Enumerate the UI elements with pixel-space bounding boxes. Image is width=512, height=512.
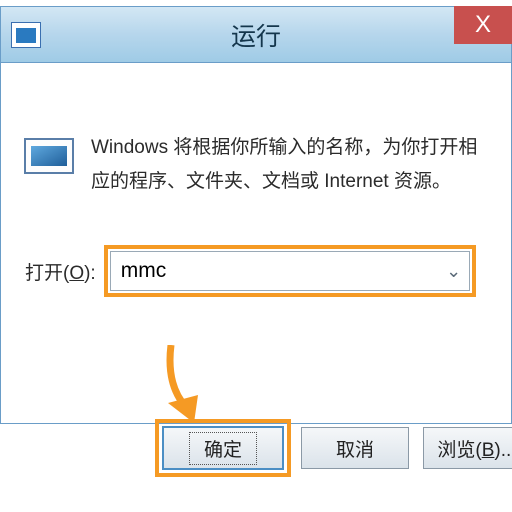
chevron-down-icon[interactable]: ⌄ bbox=[439, 261, 469, 282]
close-button[interactable]: X bbox=[454, 6, 512, 44]
message-text: Windows 将根据你所输入的名称，为你打开相应的程序、文件夹、文档或 Int… bbox=[91, 131, 485, 199]
ok-highlight-annotation: 确定 bbox=[155, 419, 291, 477]
open-combobox[interactable]: ⌄ bbox=[110, 251, 470, 291]
title-text: 运行 bbox=[1, 17, 511, 53]
open-label: 打开(O): bbox=[21, 250, 98, 293]
cancel-button[interactable]: 取消 bbox=[301, 427, 409, 469]
browse-button[interactable]: 浏览(B)... bbox=[423, 427, 512, 469]
titlebar[interactable]: 运行 X bbox=[1, 7, 511, 63]
open-input[interactable] bbox=[111, 255, 439, 287]
run-icon bbox=[21, 133, 77, 179]
input-highlight-annotation: ⌄ bbox=[104, 245, 476, 297]
ok-button[interactable]: 确定 bbox=[163, 427, 283, 469]
message-row: Windows 将根据你所输入的名称，为你打开相应的程序、文件夹、文档或 Int… bbox=[21, 131, 491, 199]
client-area: Windows 将根据你所输入的名称，为你打开相应的程序、文件夹、文档或 Int… bbox=[1, 63, 511, 423]
open-row: 打开(O): ⌄ bbox=[21, 245, 491, 297]
run-dialog: 运行 X Windows 将根据你所输入的名称，为你打开相应的程序、 bbox=[0, 6, 512, 424]
button-row: 取消 浏览(B)... bbox=[301, 427, 512, 469]
